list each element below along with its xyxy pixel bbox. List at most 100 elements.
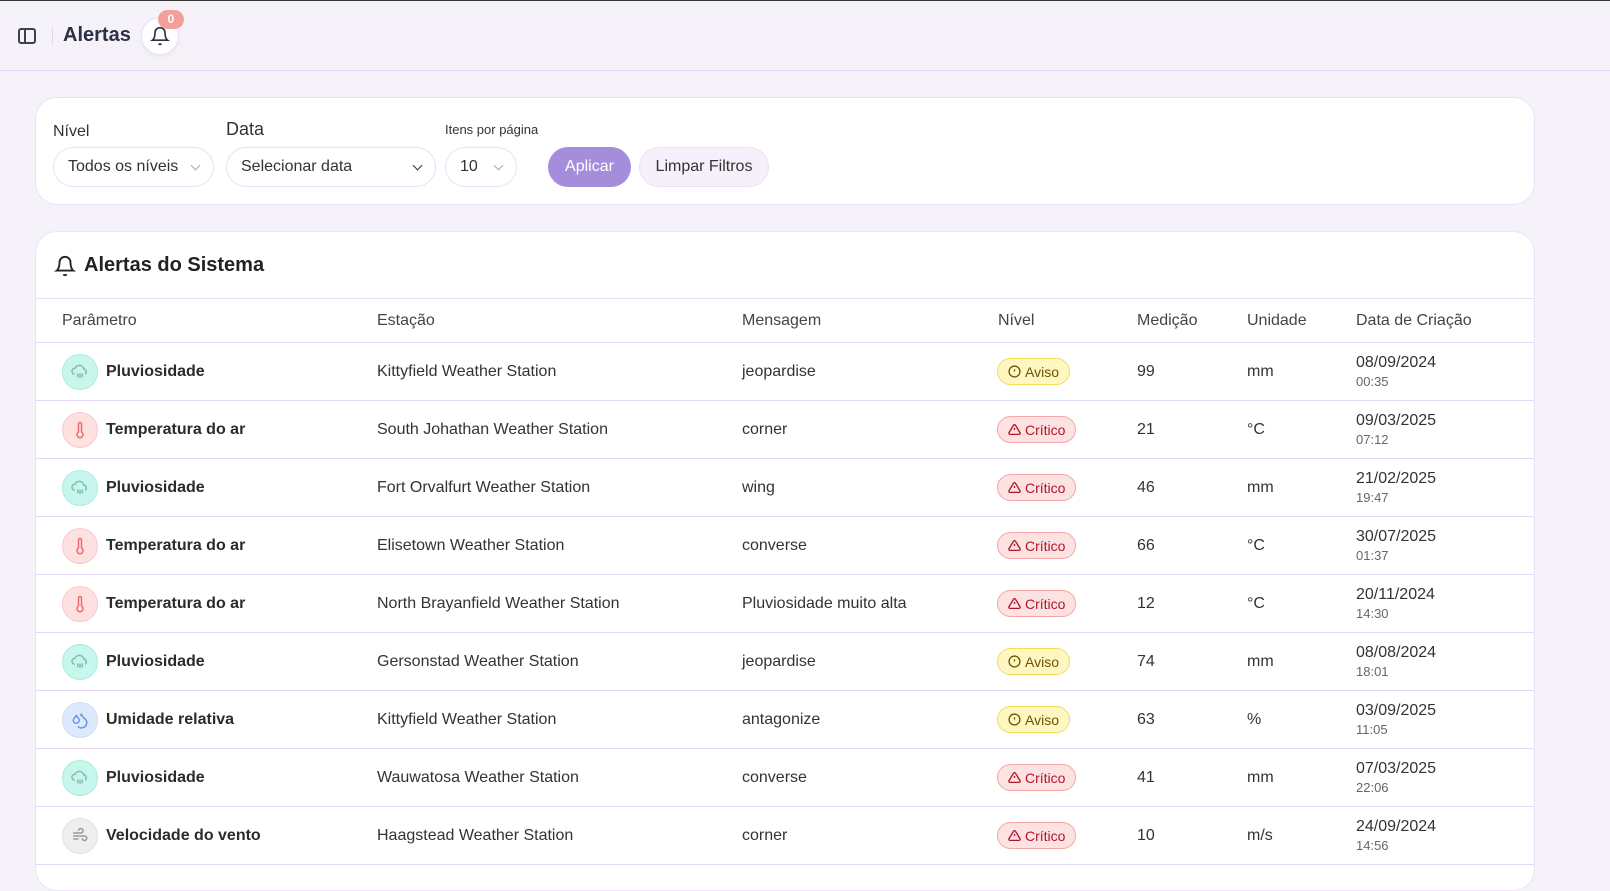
- message: wing: [742, 478, 775, 496]
- created-time: 22:06: [1356, 780, 1389, 795]
- apply-button[interactable]: Aplicar: [548, 147, 631, 187]
- nivel-value: Todos os níveis: [68, 158, 179, 175]
- table-row[interactable]: Pluviosidade Wauwatosa Weather Station c…: [36, 749, 1534, 807]
- parameter-name: Velocidade do vento: [106, 826, 261, 844]
- message: converse: [742, 768, 807, 786]
- station-name: North Brayanfield Weather Station: [377, 594, 620, 612]
- card-title: Alertas do Sistema: [54, 254, 264, 277]
- created-at: 09/03/2025 07:12: [1356, 411, 1436, 449]
- level-badge: Crítico: [997, 474, 1077, 501]
- level-text: Crítico: [1025, 537, 1066, 554]
- table-row[interactable]: Pluviosidade Gersonstad Weather Station …: [36, 633, 1534, 691]
- level-badge: Crítico: [997, 822, 1077, 849]
- table-row[interactable]: Pluviosidade Fort Orvalfurt Weather Stat…: [36, 459, 1534, 517]
- data-label: Data: [226, 119, 265, 139]
- table-row[interactable]: Temperatura do ar North Brayanfield Weat…: [36, 575, 1534, 633]
- created-date: 20/11/2024: [1356, 586, 1435, 603]
- unit: °C: [1247, 536, 1265, 554]
- col-unidade: Unidade: [1247, 311, 1307, 329]
- level-badge: Aviso: [997, 358, 1070, 385]
- notifications-button[interactable]: 0: [140, 9, 184, 55]
- level-badge: Crítico: [997, 416, 1077, 443]
- col-data: Data de Criação: [1356, 311, 1472, 329]
- created-date: 24/09/2024: [1356, 818, 1437, 835]
- cloud-rain-icon: [62, 470, 98, 506]
- unit: °C: [1247, 594, 1265, 612]
- alert-triangle-icon: [1008, 539, 1021, 552]
- measurement: 12: [1137, 594, 1155, 612]
- date-value: Selecionar data: [241, 158, 353, 175]
- alert-triangle-icon: [1008, 423, 1021, 436]
- created-date: 30/07/2025: [1356, 528, 1437, 545]
- card-title-text: Alertas do Sistema: [84, 254, 265, 276]
- measurement: 41: [1137, 768, 1155, 786]
- date-select[interactable]: Selecionar data: [226, 147, 436, 187]
- created-time: 14:56: [1356, 838, 1389, 853]
- level-badge: Crítico: [997, 532, 1077, 559]
- level-badge: Crítico: [997, 590, 1077, 617]
- level-text: Aviso: [1025, 363, 1059, 380]
- unit: m/s: [1247, 826, 1273, 844]
- message: corner: [742, 826, 788, 844]
- station-name: Gersonstad Weather Station: [377, 652, 579, 670]
- level-text: Crítico: [1025, 421, 1066, 438]
- alert-triangle-icon: [1008, 829, 1021, 842]
- station-name: Elisetown Weather Station: [377, 536, 565, 554]
- alert-circle-icon: [1008, 365, 1021, 378]
- created-time: 00:35: [1356, 374, 1389, 389]
- measurement: 74: [1137, 652, 1155, 670]
- parameter-name: Temperatura do ar: [106, 420, 246, 438]
- cloud-rain-icon: [62, 354, 98, 390]
- items-per-page-select[interactable]: 10: [445, 147, 517, 187]
- nivel-select[interactable]: Todos os níveis: [53, 147, 214, 187]
- station-name: Fort Orvalfurt Weather Station: [377, 478, 591, 496]
- itens-label: Itens por página: [445, 122, 539, 137]
- unit: %: [1247, 710, 1262, 728]
- created-time: 14:30: [1356, 606, 1389, 621]
- created-date: 09/03/2025: [1356, 412, 1437, 429]
- table-header: Parâmetro Estação Mensagem Nível Medição…: [36, 298, 1534, 343]
- created-time: 18:01: [1356, 664, 1389, 679]
- created-at: 20/11/2024 14:30: [1356, 585, 1435, 623]
- measurement: 99: [1137, 362, 1155, 380]
- created-at: 08/08/2024 18:01: [1356, 643, 1436, 681]
- clear-filters-button[interactable]: Limpar Filtros: [639, 147, 769, 187]
- divider: [52, 27, 53, 44]
- message: jeopardise: [742, 652, 816, 670]
- level-text: Crítico: [1025, 595, 1066, 612]
- col-medicao: Medição: [1137, 311, 1198, 329]
- table-row[interactable]: Temperatura do ar Elisetown Weather Stat…: [36, 517, 1534, 575]
- message: Pluviosidade muito alta: [742, 594, 907, 612]
- table-row[interactable]: Umidade relativa Kittyfield Weather Stat…: [36, 691, 1534, 749]
- col-mensagem: Mensagem: [742, 311, 822, 329]
- col-nivel: Nível: [998, 311, 1035, 329]
- measurement: 63: [1137, 710, 1155, 728]
- message: converse: [742, 536, 807, 554]
- alert-triangle-icon: [1008, 597, 1021, 610]
- table-row[interactable]: Pluviosidade Kittyfield Weather Station …: [36, 343, 1534, 401]
- created-at: 03/09/2025 11:05: [1356, 701, 1436, 739]
- alert-triangle-icon: [1008, 771, 1021, 784]
- nivel-label: Nível: [53, 123, 90, 140]
- unit: °C: [1247, 420, 1265, 438]
- parameter-name: Pluviosidade: [106, 478, 205, 496]
- chevron-down-icon: [493, 160, 504, 170]
- sidebar-toggle-icon[interactable]: [18, 27, 36, 44]
- created-date: 07/03/2025: [1356, 760, 1437, 777]
- level-text: Crítico: [1025, 827, 1066, 844]
- parameter-name: Pluviosidade: [106, 362, 205, 380]
- level-text: Crítico: [1025, 769, 1066, 786]
- table-row[interactable]: Velocidade do vento Haagstead Weather St…: [36, 807, 1534, 865]
- parameter-name: Umidade relativa: [106, 710, 235, 728]
- created-date: 21/02/2025: [1356, 470, 1437, 487]
- created-time: 19:47: [1356, 490, 1389, 505]
- station-name: Haagstead Weather Station: [377, 826, 574, 844]
- col-estacao: Estação: [377, 311, 435, 329]
- station-name: South Johathan Weather Station: [377, 420, 608, 438]
- table-row[interactable]: Temperatura do ar South Johathan Weather…: [36, 401, 1534, 459]
- measurement: 46: [1137, 478, 1155, 496]
- message: jeopardise: [742, 362, 816, 380]
- parameter-name: Pluviosidade: [106, 768, 205, 786]
- chevron-down-icon: [190, 160, 201, 170]
- alerts-table-card: Alertas do Sistema Parâmetro Estação Men…: [35, 231, 1535, 891]
